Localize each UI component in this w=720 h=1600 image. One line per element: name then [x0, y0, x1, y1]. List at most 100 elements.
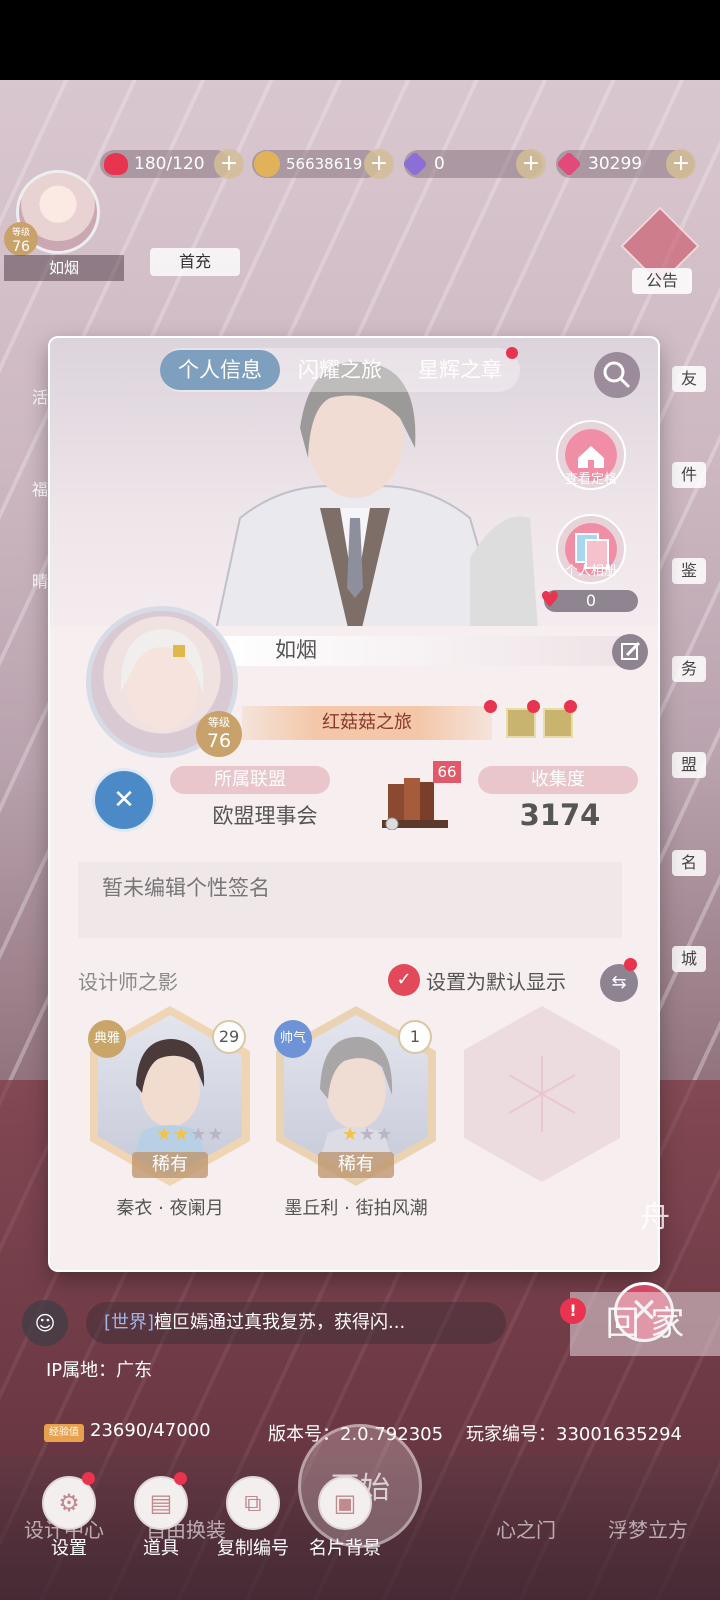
heart-icon [104, 153, 128, 175]
status-bar [0, 0, 720, 80]
notification-dot [527, 700, 540, 713]
ip-location: IP属地：广东 [46, 1360, 153, 1381]
chat-icon[interactable]: ☺ [22, 1300, 68, 1346]
set-default-label[interactable]: 设置为默认显示 [426, 966, 566, 995]
side-label-announcement[interactable]: 公告 [632, 268, 692, 294]
nav-heart-gate[interactable]: 心之门 [496, 1514, 556, 1543]
side-label-alliance[interactable]: 盟 [672, 752, 706, 778]
profile-hero: 个人信息 闪耀之旅 星辉之章 查看定格 个人相册 0 ♥ [50, 338, 658, 638]
exp-value: 23690/47000 [90, 1420, 211, 1441]
chat-channel: [世界] [104, 1312, 155, 1333]
card-stars: ★★★ [342, 1124, 394, 1145]
diamond-value: 30299 [588, 154, 643, 174]
card-count: 29 [212, 1020, 246, 1054]
search-icon [603, 361, 630, 388]
copy-id-button[interactable]: ⧉ [226, 1476, 280, 1530]
side-label-mail[interactable]: 件 [672, 462, 706, 488]
tab-star-chapter-label: 星辉之章 [418, 358, 502, 382]
level-value-small: 76 [12, 239, 30, 255]
side-label-handbook[interactable]: 鉴 [672, 558, 706, 584]
side-label-tasks[interactable]: 务 [672, 656, 706, 682]
player-name: 如烟 [275, 638, 317, 662]
crystal-icon [402, 151, 428, 177]
notification-dot [506, 347, 518, 359]
card-rarity: 稀有 [132, 1152, 208, 1178]
card-background-label[interactable]: 名片背景 [290, 1534, 400, 1560]
notification-dot [564, 700, 577, 713]
stamina-value: 180/120 [134, 154, 205, 174]
search-button[interactable] [594, 352, 640, 398]
exp-tag: 经验值 [44, 1424, 84, 1442]
diamond-display: 30299 [556, 148, 643, 180]
card-stars: ★★★★ [156, 1124, 225, 1145]
crystal-display: 0 [402, 148, 445, 180]
notification-dot [174, 1472, 187, 1485]
add-stamina-button[interactable]: + [214, 149, 244, 179]
nav-dream-cube[interactable]: 浮梦立方 [608, 1514, 688, 1543]
album-label[interactable]: 个人相册 [541, 560, 641, 579]
signature-placeholder: 暂未编辑个性签名 [102, 876, 270, 900]
tab-personal-info-label: 个人信息 [178, 358, 262, 382]
companion-portrait [213, 361, 539, 638]
tab-personal-info[interactable]: 个人信息 [160, 350, 280, 390]
add-diamond-button[interactable]: + [666, 149, 696, 179]
profile-tabs: 个人信息 闪耀之旅 星辉之章 [160, 347, 520, 392]
add-crystal-button[interactable]: + [516, 149, 546, 179]
left-label-welfare[interactable]: 福 [32, 476, 48, 500]
alliance-name: 欧盟理事会 [212, 804, 318, 828]
diamond-icon [556, 151, 582, 177]
side-label-ranking[interactable]: 名 [672, 850, 706, 876]
card-style-tag: 帅气 [274, 1020, 312, 1058]
cat-coin-icon [254, 151, 280, 177]
notification-dot [82, 1472, 95, 1485]
add-gold-button[interactable]: + [364, 149, 394, 179]
notification-dot [484, 700, 497, 713]
alert-icon: ! [560, 1298, 586, 1324]
alliance-emblem-icon[interactable]: ✕ [92, 768, 156, 832]
gold-display: 56638619 [254, 148, 362, 180]
player-name-small: 如烟 [4, 255, 124, 281]
tab-star-chapter[interactable]: 星辉之章 [400, 347, 520, 390]
books-count-badge: 66 [433, 761, 461, 783]
side-label-city[interactable]: 城 [672, 946, 706, 972]
stamina-display: 180/120 [104, 148, 205, 180]
designer-card-2[interactable]: 帅气 1 ★★★ 稀有 [274, 1006, 436, 1186]
card-count: 1 [398, 1020, 432, 1054]
left-label-event[interactable]: 活 [32, 384, 48, 408]
level-value: 76 [206, 730, 232, 752]
notification-dot [624, 958, 637, 971]
card-style-tag: 典雅 [88, 1020, 126, 1058]
designer-card-1[interactable]: 典雅 29 ★★★★ 稀有 [88, 1006, 250, 1186]
designer-card-2-name: 墨丘利 · 街拍风潮 [284, 1198, 428, 1219]
player-level-badge: 等级 76 [196, 711, 242, 757]
heart-icon: ♥ [540, 588, 560, 613]
collection-label: 收集度 [478, 766, 638, 794]
collection-value: 3174 [519, 798, 601, 832]
level-label: 等级 [208, 716, 230, 729]
crystal-value: 0 [434, 154, 445, 174]
tab-shining-journey-label: 闪耀之旅 [298, 358, 382, 382]
side-label-friends[interactable]: 友 [672, 366, 706, 392]
world-chat-bar[interactable]: [世界]檀叵嫣通过真我复苏，获得闪... [86, 1302, 506, 1344]
card-rarity: 稀有 [318, 1152, 394, 1178]
tab-shining-journey[interactable]: 闪耀之旅 [280, 350, 400, 390]
gold-value: 56638619 [286, 155, 363, 173]
designer-card-1-name: 秦衣 · 夜阑月 [116, 1198, 224, 1219]
chat-message: 檀叵嫣通过真我复苏，获得闪... [154, 1312, 406, 1333]
go-home-button[interactable]: 回 家 [570, 1292, 720, 1356]
ship-label: 舟 [640, 1200, 670, 1235]
alliance-label: 所属联盟 [170, 766, 330, 794]
designer-shadow-title: 设计师之影 [78, 970, 178, 994]
edit-profile-button[interactable] [612, 634, 648, 670]
card-background-button[interactable]: ▣ [318, 1476, 372, 1530]
player-id: 玩家编号：33001635294 [466, 1424, 682, 1445]
journey-title-banner[interactable]: 红菇菇之旅 [242, 706, 492, 740]
likes-value: 0 [585, 591, 597, 610]
level-label-small: 等级 [11, 228, 30, 238]
first-recharge-button[interactable]: 首充 [150, 248, 240, 276]
profile-panel: 个人信息 闪耀之旅 星辉之章 查看定格 个人相册 0 ♥ 如烟 等级 76 红菇… [50, 338, 658, 1270]
edit-icon [621, 641, 641, 660]
checkbox-checked-icon[interactable]: ✓ [388, 964, 420, 996]
player-level-badge-small: 等级 76 [4, 222, 38, 256]
view-outfit-label[interactable]: 查看定格 [541, 468, 641, 487]
